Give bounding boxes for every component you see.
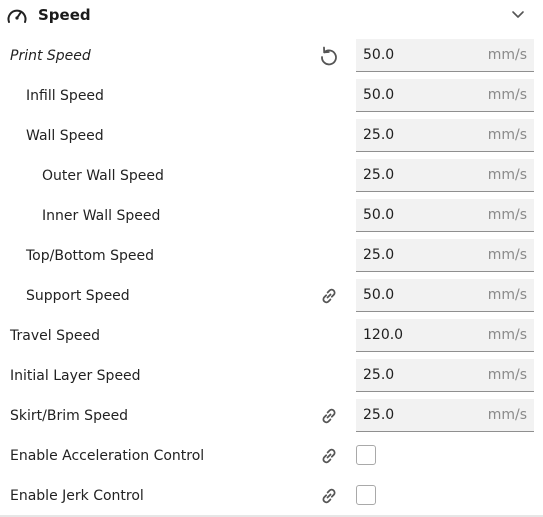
setting-row-outer-wall-speed: Outer Wall Speed 25.0 mm/s [0,156,543,196]
setting-label: Enable Jerk Control [10,488,144,504]
setting-label: Initial Layer Speed [10,368,141,384]
inner-wall-speed-input[interactable]: 50.0 mm/s [356,199,534,232]
setting-row-wall-speed: Wall Speed 25.0 mm/s [0,116,543,156]
setting-label: Travel Speed [10,328,100,344]
field-unit: mm/s [487,207,527,223]
field-value: 120.0 [363,327,404,343]
setting-label: Outer Wall Speed [42,168,164,184]
section-title: Speed [38,6,91,24]
link-icon[interactable] [318,485,340,507]
setting-label: Infill Speed [26,88,104,104]
field-unit: mm/s [487,247,527,263]
gauge-icon [7,9,27,23]
setting-row-print-speed: Print Speed 50.0 mm/s [0,36,543,76]
field-unit: mm/s [487,127,527,143]
setting-row-skirt-brim-speed: Skirt/Brim Speed 25.0 mm/s [0,396,543,436]
setting-row-travel-speed: Travel Speed 120.0 mm/s [0,316,543,356]
field-unit: mm/s [487,367,527,383]
support-speed-input[interactable]: 50.0 mm/s [356,279,534,312]
field-value: 50.0 [363,207,395,223]
field-unit: mm/s [487,87,527,103]
enable-jerk-control-checkbox[interactable] [356,485,376,505]
setting-row-enable-jerk-control: Enable Jerk Control [0,476,543,516]
link-icon[interactable] [318,445,340,467]
field-value: 25.0 [363,407,395,423]
field-value: 25.0 [363,367,395,383]
setting-label: Top/Bottom Speed [26,248,155,264]
setting-row-initial-layer-speed: Initial Layer Speed 25.0 mm/s [0,356,543,396]
setting-row-top-bottom-speed: Top/Bottom Speed 25.0 mm/s [0,236,543,276]
setting-row-inner-wall-speed: Inner Wall Speed 50.0 mm/s [0,196,543,236]
setting-label: Skirt/Brim Speed [10,408,129,424]
section-header-speed[interactable]: Speed [0,0,543,36]
field-value: 50.0 [363,287,395,303]
setting-row-infill-speed: Infill Speed 50.0 mm/s [0,76,543,116]
field-unit: mm/s [487,167,527,183]
setting-row-enable-acceleration-control: Enable Acceleration Control [0,436,543,476]
reset-icon[interactable] [318,45,340,67]
infill-speed-input[interactable]: 50.0 mm/s [356,79,534,112]
setting-label: Print Speed [10,48,91,64]
enable-acceleration-control-checkbox[interactable] [356,445,376,465]
field-unit: mm/s [487,327,527,343]
chevron-down-icon[interactable] [510,8,526,22]
field-unit: mm/s [487,287,527,303]
speed-settings-panel: Speed Print Speed 50.0 mm/s Infill Speed… [0,0,543,517]
field-value: 50.0 [363,47,395,63]
setting-label: Enable Acceleration Control [10,448,205,464]
setting-label: Wall Speed [26,128,104,144]
travel-speed-input[interactable]: 120.0 mm/s [356,319,534,352]
outer-wall-speed-input[interactable]: 25.0 mm/s [356,159,534,192]
field-unit: mm/s [487,407,527,423]
initial-layer-speed-input[interactable]: 25.0 mm/s [356,359,534,392]
setting-label: Inner Wall Speed [42,208,161,224]
wall-speed-input[interactable]: 25.0 mm/s [356,119,534,152]
field-value: 50.0 [363,87,395,103]
field-value: 25.0 [363,167,395,183]
link-icon[interactable] [318,285,340,307]
skirt-brim-speed-input[interactable]: 25.0 mm/s [356,399,534,432]
setting-row-support-speed: Support Speed 50.0 mm/s [0,276,543,316]
field-unit: mm/s [487,47,527,63]
setting-label: Support Speed [26,288,130,304]
field-value: 25.0 [363,247,395,263]
field-value: 25.0 [363,127,395,143]
link-icon[interactable] [318,405,340,427]
top-bottom-speed-input[interactable]: 25.0 mm/s [356,239,534,272]
print-speed-input[interactable]: 50.0 mm/s [356,39,534,72]
